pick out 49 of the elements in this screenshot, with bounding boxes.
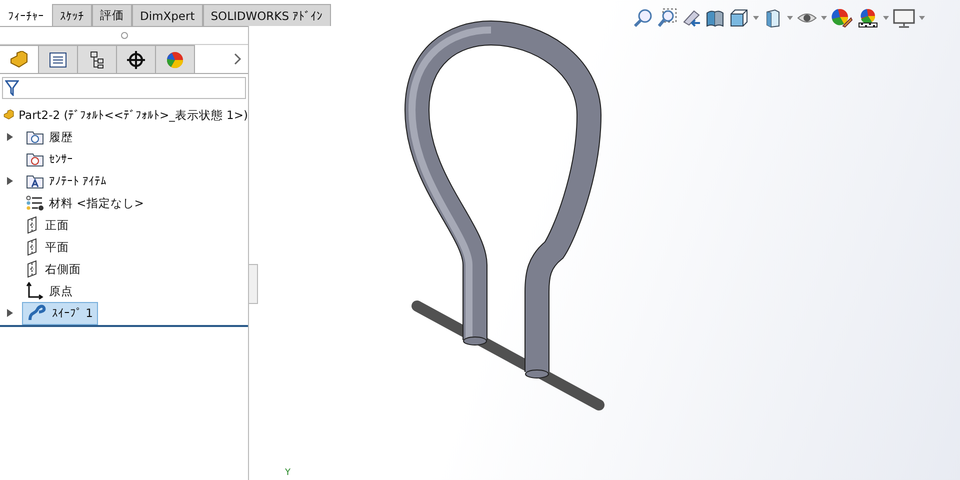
tree-item[interactable]: ｱﾉﾃｰﾄ ｱｲﾃﾑ <box>22 170 111 192</box>
folder-gauge-icon <box>26 151 44 167</box>
tree-item[interactable]: ｾﾝｻｰ <box>22 148 77 170</box>
origin-axes-icon <box>26 282 44 300</box>
tree-item[interactable]: ｽｲｰﾌﾟ 1 <box>22 302 98 324</box>
dropdown-caret-icon[interactable] <box>919 16 925 20</box>
dropdown-caret-icon[interactable] <box>883 16 889 20</box>
tree-item[interactable]: 平面 <box>22 236 73 258</box>
panel-tab[interactable] <box>117 45 156 73</box>
panel-resize-handle[interactable] <box>249 264 258 304</box>
list-icon <box>49 52 67 68</box>
previous-view-icon[interactable] <box>681 8 701 28</box>
folder-a-icon <box>26 173 44 189</box>
chevron-right-icon[interactable] <box>234 53 242 65</box>
expand-arrow-icon[interactable] <box>7 309 13 317</box>
appearance-pencil-icon[interactable] <box>831 8 853 28</box>
tree-item[interactable]: 原点 <box>22 280 77 302</box>
grip-handle[interactable] <box>120 32 128 39</box>
dropdown-caret-icon[interactable] <box>821 16 827 20</box>
tree-item[interactable]: 履歴 <box>22 126 77 148</box>
crosshair-icon <box>127 50 145 68</box>
command-tab[interactable]: DimXpert <box>132 4 203 26</box>
command-tab[interactable]: 評価 <box>92 4 132 26</box>
folder-clock-icon <box>26 129 44 145</box>
filter-field[interactable] <box>2 77 246 99</box>
command-tab[interactable]: SOLIDWORKS ｱﾄﾞｲﾝ <box>202 4 331 26</box>
command-tab[interactable]: ｽｹｯﾁ <box>52 4 92 26</box>
part-name[interactable]: Part2-2 (ﾃﾞﾌｫﾙﾄ<<ﾃﾞﾌｫﾙﾄ>_表示状態 1>) <box>18 108 248 122</box>
dropdown-caret-icon[interactable] <box>753 16 759 20</box>
zoom-to-fit-icon[interactable] <box>633 8 653 28</box>
panel-tab[interactable] <box>39 45 78 73</box>
expand-arrow-icon[interactable] <box>7 133 13 141</box>
color-ball-icon <box>166 50 184 68</box>
configuration-icon <box>89 50 105 68</box>
filter-icon <box>5 80 19 96</box>
tree-item[interactable]: 材料 <指定なし> <box>22 192 148 214</box>
sweep-icon <box>27 304 47 322</box>
tree-item[interactable]: 正面 <box>22 214 73 236</box>
view-orientation-icon[interactable] <box>729 8 749 28</box>
axis-label: Y <box>285 468 290 478</box>
expand-arrow-icon[interactable] <box>7 177 13 185</box>
scene-icon[interactable] <box>857 8 879 28</box>
zoom-area-icon[interactable] <box>657 8 677 28</box>
part-icon <box>9 50 29 68</box>
material-list-icon <box>26 195 44 211</box>
dropdown-caret-icon[interactable] <box>787 16 793 20</box>
tree-item[interactable]: 右側面 <box>22 258 85 280</box>
panel-tab[interactable] <box>78 45 117 73</box>
monitor-icon[interactable] <box>893 8 915 28</box>
